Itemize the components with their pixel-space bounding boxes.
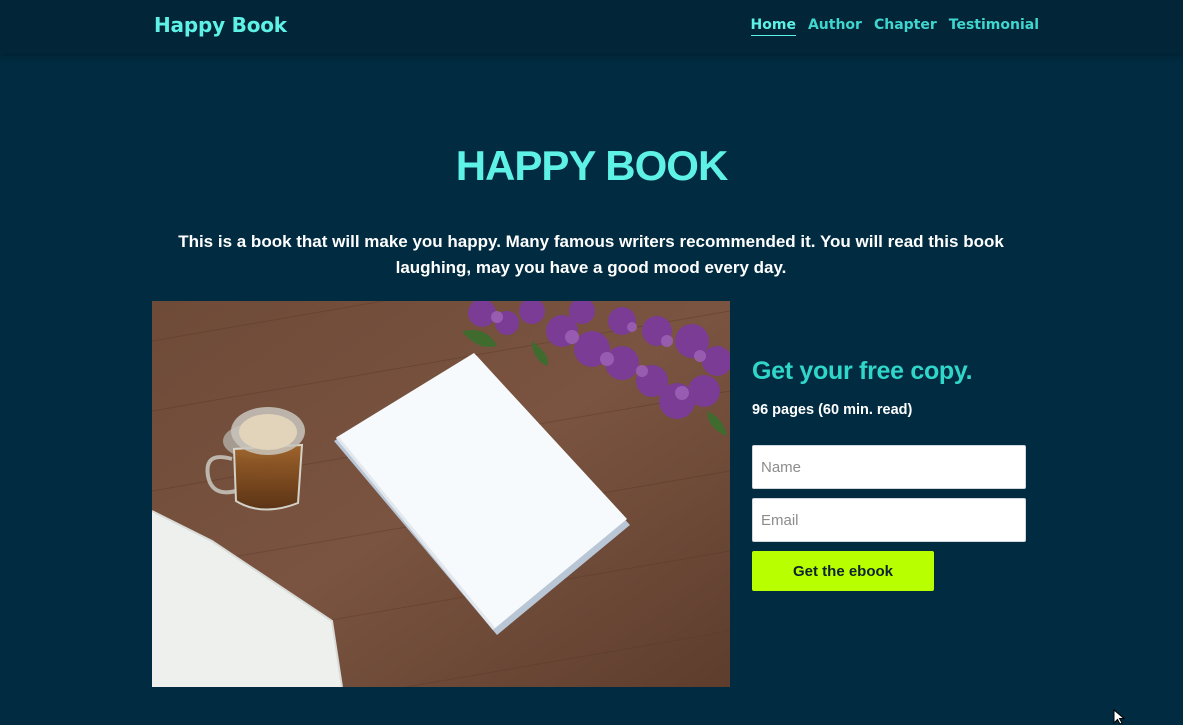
nav-menu: Home Author Chapter Testimonial <box>750 16 1039 36</box>
nav-link-chapter[interactable]: Chapter <box>874 16 937 36</box>
email-field[interactable] <box>752 498 1026 542</box>
navbar: Happy Book Home Author Chapter Testimoni… <box>0 0 1183 54</box>
hero-title: HAPPY BOOK <box>455 142 729 189</box>
signup-title: Get your free copy. <box>752 357 973 385</box>
name-field[interactable] <box>752 445 1026 489</box>
book-photo <box>152 301 730 687</box>
get-ebook-button[interactable]: Get the ebook <box>752 551 934 591</box>
nav-link-testimonial[interactable]: Testimonial <box>949 16 1039 36</box>
nav-link-home[interactable]: Home <box>750 16 796 36</box>
nav-link-author[interactable]: Author <box>808 16 862 36</box>
book-meta: 96 pages (60 min. read) <box>752 402 913 418</box>
hero-description: This is a book that will make you happy.… <box>178 232 1004 277</box>
brand-logo-link[interactable]: Happy Book <box>154 13 287 37</box>
